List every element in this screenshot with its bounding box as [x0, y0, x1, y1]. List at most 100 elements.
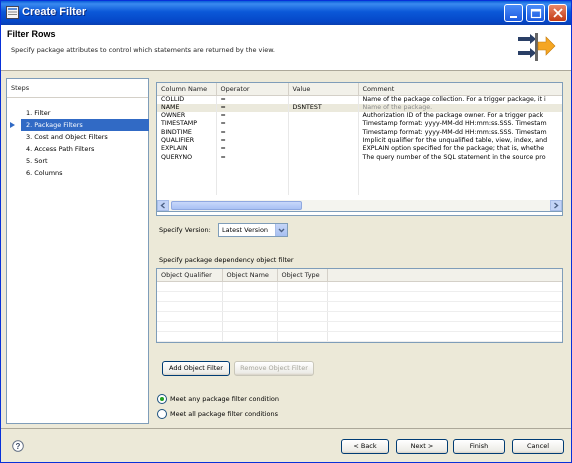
- table-row[interactable]: EXPLAIN = EXPLAIN option specified for the…: [157, 145, 562, 154]
- finish-button[interactable]: Finish: [453, 439, 505, 454]
- dependency-table[interactable]: Object Qualifier Object Name Object Type: [156, 268, 563, 343]
- table-cell: Authorization ID of the package owner. F…: [358, 112, 562, 121]
- table-cell: [216, 170, 289, 179]
- dropdown-button[interactable]: [275, 224, 287, 236]
- table-row[interactable]: QUERYNO = The query number of the SQL stat…: [157, 153, 562, 162]
- step-columns[interactable]: 6. Columns: [7, 167, 148, 179]
- column-header[interactable]: Column Name: [157, 83, 217, 96]
- scroll-right-button[interactable]: [550, 200, 562, 211]
- step-access-path-filters[interactable]: 4. Access Path Filters: [7, 143, 148, 155]
- table-cell[interactable]: [288, 112, 359, 121]
- step-sort[interactable]: 5. Sort: [7, 155, 148, 167]
- table-cell: [222, 281, 278, 292]
- table-cell: [157, 170, 217, 179]
- table-header-row: Column Name Operator Value Comment: [157, 83, 562, 96]
- table-cell[interactable]: [288, 95, 359, 104]
- remove-object-filter-button[interactable]: Remove Object Filter: [234, 361, 314, 376]
- table-row[interactable]: TIMESTAMP = Timestamp format: yyyy-MM-dd H…: [157, 120, 562, 129]
- column-header[interactable]: Value: [288, 83, 359, 96]
- table-row[interactable]: [157, 170, 562, 179]
- table-cell: [157, 331, 223, 342]
- table-cell: [222, 311, 278, 322]
- create-filter-dialog: Create Filter Filter Rows Specify packag…: [0, 0, 572, 463]
- maximize-button[interactable]: [526, 4, 545, 22]
- step-label: 2. Package Filters: [26, 121, 83, 129]
- table-cell: Timestamp format: yyyy-MM-dd HH:mm:ss.SS…: [358, 128, 562, 137]
- table-cell[interactable]: DSNTEST: [288, 103, 359, 113]
- next-button[interactable]: Next >: [396, 439, 448, 454]
- table-cell: QUERYNO: [157, 153, 217, 162]
- close-button[interactable]: [548, 4, 567, 22]
- add-object-filter-button[interactable]: Add Object Filter: [162, 361, 230, 376]
- table-cell: [222, 331, 278, 342]
- minimize-icon: [510, 16, 517, 18]
- step-package-filters[interactable]: 2. Package Filters: [10, 119, 149, 131]
- table-cell[interactable]: [288, 128, 359, 137]
- table-cell[interactable]: [288, 186, 359, 196]
- table-cell: [358, 178, 562, 187]
- step-cost-and-object-filters[interactable]: 3. Cost and Object Filters: [7, 131, 148, 143]
- column-header: [327, 269, 562, 282]
- table-cell: =: [216, 153, 289, 162]
- radio-button[interactable]: [157, 409, 167, 419]
- table-row[interactable]: [157, 178, 562, 187]
- table-cell[interactable]: [288, 136, 359, 146]
- table-row[interactable]: NAME = DSNTEST Name of the package.: [157, 103, 562, 113]
- package-filter-table[interactable]: Column Name Operator Value Comment COLLI…: [156, 82, 563, 216]
- table-row[interactable]: COLLID = Name of the package collection. F…: [157, 95, 562, 104]
- column-header[interactable]: Object Type: [277, 269, 328, 282]
- table-cell: [157, 301, 223, 312]
- chevron-left-icon: [160, 202, 165, 209]
- chevron-right-icon: [554, 202, 559, 209]
- filter-content: Column Name Operator Value Comment COLLI…: [152, 78, 569, 424]
- table-row[interactable]: [157, 321, 562, 332]
- table-row[interactable]: OWNER = Authorization ID of the package ow…: [157, 112, 562, 121]
- table-cell[interactable]: [288, 161, 359, 171]
- column-header[interactable]: Object Qualifier: [157, 269, 223, 282]
- table-row[interactable]: BINDTIME = Timestamp format: yyyy-MM-dd HH…: [157, 128, 562, 137]
- table-row[interactable]: [157, 301, 562, 312]
- help-icon[interactable]: ?: [12, 440, 24, 452]
- table-row[interactable]: [157, 161, 562, 171]
- table-cell: [327, 311, 562, 322]
- table-cell[interactable]: [288, 120, 359, 129]
- version-select[interactable]: Latest Version: [218, 223, 288, 237]
- step-filter[interactable]: 1. Filter: [7, 107, 148, 119]
- table-cell: [157, 161, 217, 171]
- table-cell: =: [216, 95, 289, 104]
- table-cell: [157, 321, 223, 332]
- table-row[interactable]: [157, 331, 562, 342]
- table-row[interactable]: [157, 311, 562, 322]
- table-cell: [216, 161, 289, 171]
- table-cell[interactable]: [288, 145, 359, 154]
- table-cell: [222, 321, 278, 332]
- horizontal-scrollbar[interactable]: [156, 200, 563, 212]
- scroll-thumb[interactable]: [171, 201, 302, 210]
- table-cell: =: [216, 103, 289, 113]
- table-row[interactable]: QUALIFIER = Implicit qualifier for the unq…: [157, 136, 562, 146]
- table-row[interactable]: [157, 291, 562, 302]
- minimize-button[interactable]: [504, 4, 523, 22]
- radio-button[interactable]: [157, 394, 167, 404]
- table-cell[interactable]: [288, 153, 359, 162]
- table-cell[interactable]: [288, 170, 359, 179]
- dependency-label: Specify package dependency object filter: [159, 256, 294, 264]
- column-header[interactable]: Object Name: [222, 269, 278, 282]
- table-cell: EXPLAIN option specified for the package…: [358, 145, 562, 154]
- table-cell[interactable]: [288, 178, 359, 187]
- column-header[interactable]: Operator: [216, 83, 289, 96]
- back-button[interactable]: < Back: [341, 439, 389, 454]
- table-cell: [277, 291, 328, 302]
- column-header[interactable]: Comment: [358, 83, 562, 96]
- table-cell: =: [216, 136, 289, 146]
- page-description: Specify package attributes to control wh…: [11, 46, 275, 54]
- scroll-left-button[interactable]: [157, 200, 169, 211]
- cancel-button[interactable]: Cancel: [512, 439, 564, 454]
- table-cell: Name of the package.: [358, 103, 562, 113]
- table-row[interactable]: [157, 186, 562, 196]
- table-cell: =: [216, 145, 289, 154]
- table-cell: [277, 311, 328, 322]
- svg-text:?: ?: [16, 442, 21, 451]
- table-row[interactable]: [157, 281, 562, 292]
- maximize-icon: [530, 8, 542, 19]
